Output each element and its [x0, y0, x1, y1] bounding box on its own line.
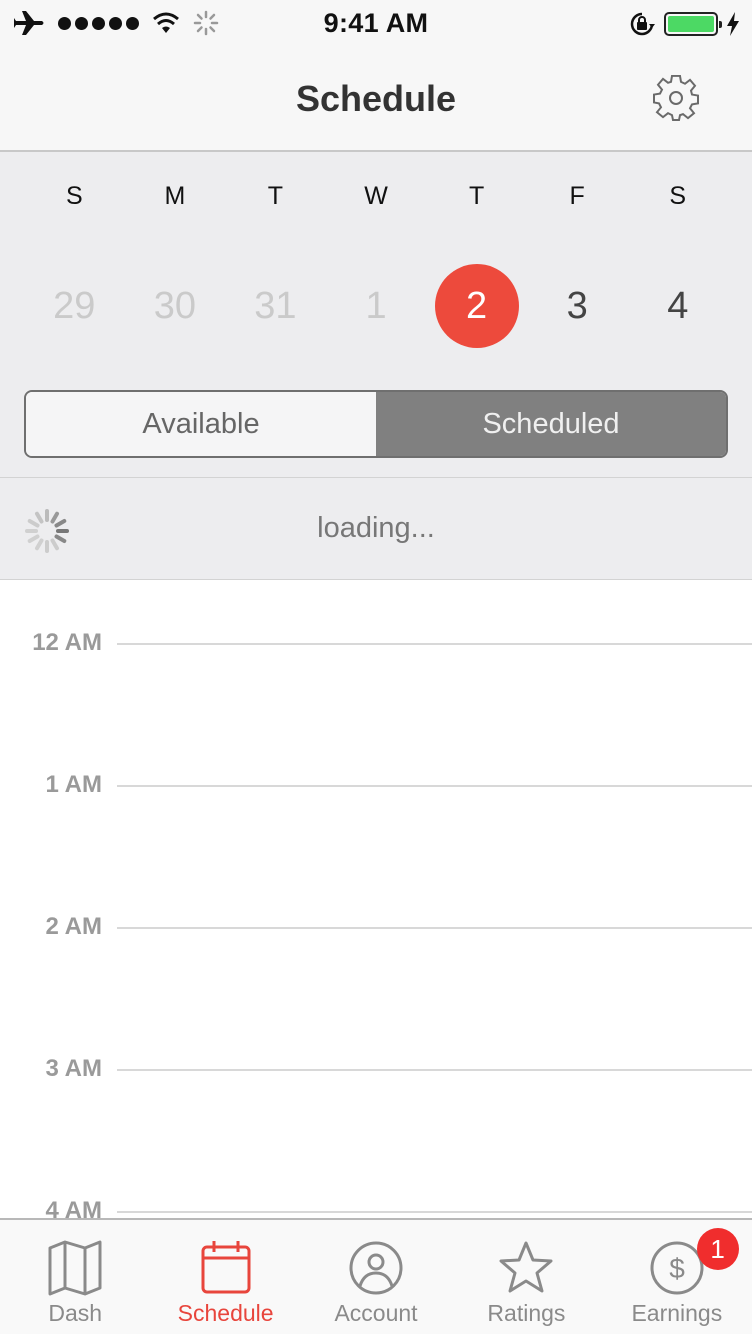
hour-label: 1 AM	[45, 771, 102, 798]
user-circle-icon	[349, 1241, 403, 1295]
notification-badge: 1	[696, 1228, 739, 1270]
hour-label: 3 AM	[45, 1055, 102, 1082]
hour-row: 4 AM	[0, 1197, 752, 1218]
tab-label: Schedule	[177, 1300, 274, 1326]
tab-dash[interactable]: Dash	[0, 1220, 150, 1334]
battery-icon	[664, 12, 722, 36]
hour-divider	[117, 927, 752, 929]
dow-label: S	[65, 182, 83, 210]
hour-label: 2 AM	[45, 913, 102, 940]
dow-label: T	[468, 182, 485, 210]
dow-label: F	[569, 182, 585, 210]
tab-schedule[interactable]: Schedule	[150, 1220, 300, 1334]
orientation-lock-icon	[630, 12, 655, 36]
availability-segmented-control: Available Scheduled	[24, 390, 728, 458]
hour-divider	[117, 1069, 752, 1071]
segment-scheduled[interactable]: Scheduled	[376, 392, 726, 456]
date-cell[interactable]: 4	[627, 264, 728, 348]
tab-account[interactable]: Account	[301, 1220, 451, 1334]
dow-label: S	[669, 182, 687, 210]
tab-label: Account	[334, 1300, 418, 1326]
date-label: 4	[667, 285, 689, 327]
date-row: 29 30 31 1 2 3 4	[24, 264, 728, 348]
date-label: 31	[254, 285, 297, 327]
segment-available[interactable]: Available	[26, 392, 376, 456]
loading-row: loading...	[0, 478, 752, 580]
date-cell-selected[interactable]: 2	[426, 264, 527, 348]
tab-earnings[interactable]: $ 1 Earnings	[602, 1220, 752, 1334]
day-of-week-row: S M T W T F S	[24, 182, 728, 211]
calendar-icon	[201, 1241, 251, 1294]
date-cell[interactable]: 29	[24, 264, 125, 348]
date-label: 2	[466, 285, 488, 327]
week-calendar: S M T W T F S 29 30 31 1 2 3 4 Available…	[0, 152, 752, 478]
hour-label: 12 AM	[32, 629, 102, 656]
hour-divider	[117, 785, 752, 787]
date-label: 30	[153, 285, 196, 327]
dow-label: T	[267, 182, 284, 210]
dow-label: M	[164, 182, 186, 210]
date-cell[interactable]: 31	[225, 264, 326, 348]
loading-text: loading...	[317, 512, 435, 544]
hour-row: 2 AM	[0, 913, 752, 943]
tab-bar: Dash Schedule Account Ratings $ 1 Earnin…	[0, 1218, 752, 1334]
dow-label: W	[364, 182, 388, 210]
svg-text:$: $	[669, 1253, 685, 1284]
date-cell[interactable]: 1	[326, 264, 427, 348]
date-cell[interactable]: 30	[125, 264, 226, 348]
star-icon	[499, 1241, 553, 1293]
day-timeline[interactable]: 12 AM 1 AM 2 AM 3 AM 4 AM	[0, 581, 752, 1218]
hour-row: 1 AM	[0, 771, 752, 801]
charging-bolt-icon	[727, 12, 739, 36]
hour-divider	[117, 643, 752, 645]
tab-label: Earnings	[631, 1300, 723, 1326]
hour-label: 4 AM	[45, 1197, 102, 1218]
date-label: 1	[365, 285, 387, 327]
tab-ratings[interactable]: Ratings	[451, 1220, 601, 1334]
date-cell[interactable]: 3	[527, 264, 628, 348]
date-label: 3	[566, 285, 588, 327]
hour-divider	[117, 1211, 752, 1213]
status-right	[628, 10, 740, 38]
map-icon	[48, 1240, 102, 1296]
page-title: Schedule	[295, 78, 457, 119]
tab-label: Dash	[48, 1300, 103, 1326]
date-label: 29	[53, 285, 96, 327]
nav-bar: Schedule	[0, 48, 752, 152]
tab-label: Ratings	[487, 1300, 566, 1326]
status-bar: 9:41 AM	[0, 0, 752, 48]
hour-row: 3 AM	[0, 1055, 752, 1085]
hour-row: 12 AM	[0, 629, 752, 659]
gear-icon[interactable]	[652, 74, 700, 122]
